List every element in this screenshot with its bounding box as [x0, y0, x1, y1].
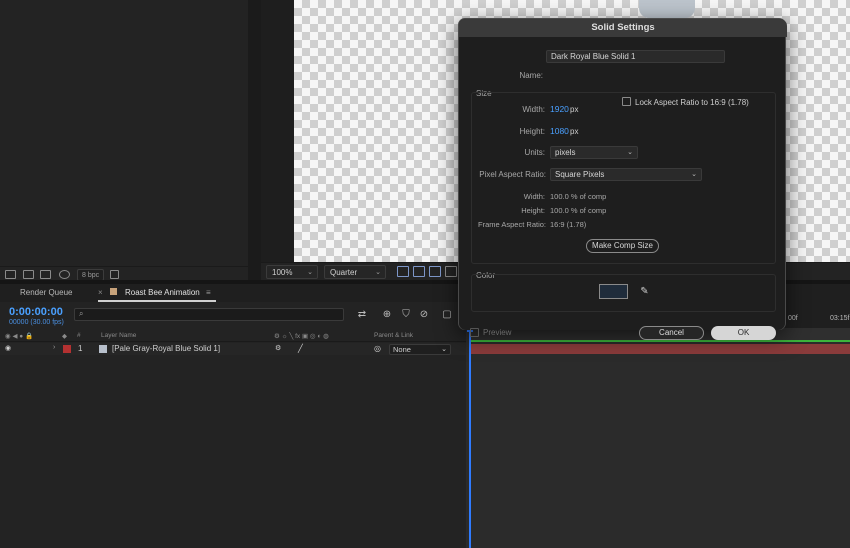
- lock-aspect-checkbox[interactable]: [622, 97, 631, 106]
- shy-switch-icon[interactable]: ⚙: [275, 344, 281, 352]
- chevron-down-icon: ⌄: [627, 149, 633, 156]
- region-of-interest-icon[interactable]: [413, 266, 425, 277]
- project-settings-icon[interactable]: [59, 270, 70, 279]
- zoom-dropdown[interactable]: 100% ⌄: [266, 265, 318, 279]
- parent-value: None: [393, 345, 411, 354]
- interpret-footage-icon[interactable]: [5, 270, 16, 279]
- tab-menu-icon[interactable]: ≡: [206, 288, 211, 297]
- panel-divider: [248, 0, 261, 280]
- lock-aspect-label[interactable]: Lock Aspect Ratio to 16:9 (1.78): [635, 98, 749, 107]
- chevron-down-icon: ⌄: [375, 269, 381, 276]
- timeline-layer-panel: 0:00:00:00 00000 (30.00 fps) ⌕ ⇄ ⊕ ⛉ ⊘ ▢…: [0, 302, 466, 548]
- render-bar: [470, 340, 850, 342]
- label-column-icon: ◆: [62, 333, 67, 340]
- chevron-down-icon: ⌄: [691, 171, 697, 178]
- av-features-icons: ◉ ◀ ● 🔒: [5, 333, 34, 340]
- color-swatch[interactable]: [599, 284, 628, 299]
- frame-aspect-label: Frame Aspect Ratio:: [478, 220, 546, 229]
- composition-swatch: [110, 288, 117, 295]
- switches-column-icons: ⚙ ☼ ╲ fx ▣ ◎ ◐ ◍: [274, 333, 329, 340]
- preview-checkbox[interactable]: [470, 328, 479, 337]
- draft-3d-icon[interactable]: ⊕: [381, 309, 393, 320]
- pct-height-label: Height:: [521, 206, 545, 215]
- frame-blending-icon[interactable]: ⊘: [418, 309, 430, 320]
- pickwhip-icon[interactable]: ◎: [374, 344, 381, 353]
- dialog-body: Name: Dark Royal Blue Solid 1 Size Width…: [459, 37, 785, 340]
- units-value: pixels: [555, 148, 576, 157]
- tab-roast-bee-animation[interactable]: Roast Bee Animation: [125, 288, 200, 297]
- layer-name[interactable]: [Pale Gray-Royal Blue Solid 1]: [112, 344, 220, 353]
- trash-icon[interactable]: [110, 270, 119, 279]
- layer-row[interactable]: ◉ › 1 [Pale Gray-Royal Blue Solid 1] ⚙ ╱…: [0, 343, 466, 355]
- frame-display: 00000 (30.00 fps): [9, 319, 64, 326]
- resolution-dropdown[interactable]: Quarter ⌄: [324, 265, 386, 279]
- layer-duration-bar[interactable]: [470, 344, 850, 354]
- zoom-value: 100%: [272, 268, 293, 277]
- transparency-grid-icon[interactable]: [429, 266, 441, 277]
- pixel-aspect-value: Square Pixels: [555, 170, 605, 179]
- playhead-line[interactable]: [469, 328, 471, 548]
- project-panel: [0, 0, 248, 266]
- parent-dropdown[interactable]: None ⌄: [389, 344, 451, 355]
- width-value[interactable]: 1920: [550, 104, 569, 114]
- height-label: Height:: [519, 127, 545, 136]
- name-field[interactable]: Dark Royal Blue Solid 1: [546, 50, 725, 63]
- mask-visibility-icon[interactable]: [445, 266, 457, 277]
- quality-switch-icon[interactable]: ╱: [298, 344, 303, 353]
- layer-name-column-header[interactable]: Layer Name: [101, 332, 136, 339]
- ok-button[interactable]: OK: [711, 326, 776, 340]
- solid-settings-dialog: Solid Settings Name: Dark Royal Blue Sol…: [458, 18, 787, 340]
- layer-label-color[interactable]: [63, 345, 71, 353]
- name-label: Name:: [519, 71, 543, 80]
- graph-editor-icon[interactable]: ▢: [441, 309, 453, 320]
- expand-chevron-icon[interactable]: ›: [53, 344, 55, 351]
- units-dropdown[interactable]: pixels ⌄: [550, 146, 638, 159]
- parent-link-column-header: Parent & Link: [374, 332, 414, 339]
- pct-width-value: 100.0 % of comp: [550, 192, 607, 201]
- pixel-aspect-label: Pixel Aspect Ratio:: [479, 170, 546, 179]
- close-icon[interactable]: ×: [98, 288, 103, 297]
- frame-aspect-value: 16:9 (1.78): [550, 220, 587, 229]
- chevron-down-icon: ⌄: [441, 346, 447, 353]
- composition-flowchart-icon[interactable]: ⇄: [356, 309, 368, 320]
- height-value[interactable]: 1080: [550, 126, 569, 136]
- layer-column-header: ◉ ◀ ● 🔒 ◆ # Layer Name ⚙ ☼ ╲ fx ▣ ◎ ◐ ◍ …: [0, 331, 466, 342]
- units-label: Units:: [524, 148, 545, 157]
- visibility-eye-icon[interactable]: ◉: [5, 344, 11, 352]
- new-folder-icon[interactable]: [23, 270, 34, 279]
- snapshot-icon[interactable]: [397, 266, 409, 277]
- cancel-button[interactable]: Cancel: [639, 326, 704, 340]
- layer-search-input[interactable]: ⌕: [74, 308, 344, 321]
- search-icon: ⌕: [79, 309, 84, 318]
- pct-height-value: 100.0 % of comp: [550, 206, 607, 215]
- width-unit: px: [570, 105, 579, 114]
- dialog-title[interactable]: Solid Settings: [459, 19, 787, 37]
- solid-preview-shape: [639, 0, 695, 18]
- chevron-down-icon: ⌄: [307, 269, 313, 276]
- number-column-header: #: [77, 332, 81, 339]
- tab-render-queue[interactable]: Render Queue: [20, 288, 72, 297]
- eyedropper-icon[interactable]: ✎: [637, 284, 652, 299]
- solid-layer-icon: [99, 345, 107, 353]
- current-time-display[interactable]: 0:00:00:00: [9, 306, 63, 318]
- resolution-value: Quarter: [330, 268, 358, 277]
- make-comp-size-button[interactable]: Make Comp Size: [586, 239, 659, 253]
- new-composition-icon[interactable]: [40, 270, 51, 279]
- ruler-label: 03:15f: [830, 315, 850, 322]
- preview-label[interactable]: Preview: [483, 328, 511, 337]
- layer-number: 1: [78, 344, 83, 353]
- shy-layers-icon[interactable]: ⛉: [400, 309, 412, 320]
- pixel-aspect-dropdown[interactable]: Square Pixels ⌄: [550, 168, 702, 181]
- pct-width-label: Width:: [523, 192, 545, 201]
- width-label: Width:: [522, 105, 545, 114]
- height-unit: px: [570, 127, 579, 136]
- ruler-label: 00f: [788, 315, 798, 322]
